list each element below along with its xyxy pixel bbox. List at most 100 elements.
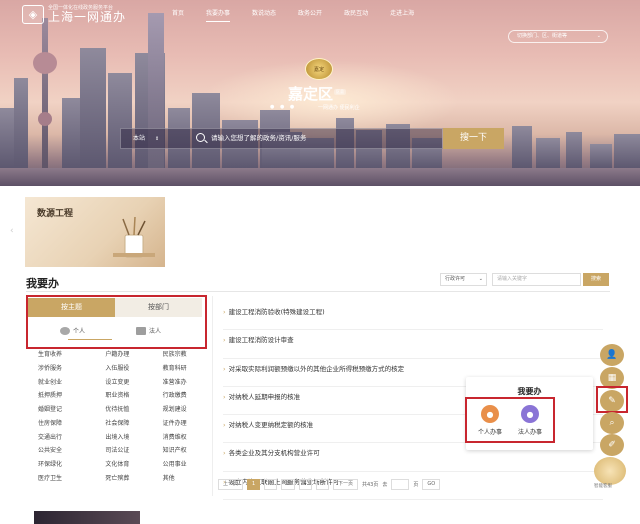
category-item[interactable]: 准营准办 xyxy=(145,378,198,388)
chevron-right-icon: › xyxy=(223,336,226,345)
bottom-banner-image[interactable] xyxy=(34,511,140,524)
service-item-label: 建设工程消防设计审查 xyxy=(228,336,294,345)
category-item[interactable]: 生育收养 xyxy=(38,350,91,360)
user-center-button[interactable]: 👤 xyxy=(600,344,624,366)
chevron-right-icon: › xyxy=(223,308,226,316)
category-item[interactable]: 环保绿化 xyxy=(38,460,91,470)
category-item[interactable]: 行政缴费 xyxy=(145,391,198,401)
page-4[interactable]: 4 xyxy=(298,479,312,490)
feedback-button[interactable]: ✐ xyxy=(600,434,624,456)
nav-services[interactable]: 我要办事 xyxy=(206,8,231,22)
category-item[interactable]: 入伍服役 xyxy=(91,364,144,374)
category-item[interactable]: 设立变更 xyxy=(91,378,144,388)
chevron-right-icon: › xyxy=(223,364,226,373)
category-item[interactable]: 死亡殡葬 xyxy=(91,474,144,484)
carousel-prev-icon[interactable]: ‹ xyxy=(10,226,14,236)
category-item[interactable]: 文化体育 xyxy=(91,460,144,470)
service-item-label: 对纳税人变更纳税定额的核准 xyxy=(228,421,314,430)
search-button[interactable]: 搜一下 xyxy=(443,128,504,149)
next-page-button[interactable]: 下一页 xyxy=(332,479,358,490)
keyword-input[interactable]: 请输入关键字 xyxy=(492,273,581,286)
filter-select[interactable]: 行政许可 ⌄ xyxy=(440,273,487,286)
category-item[interactable]: 就业创业 xyxy=(38,378,91,388)
logo-subtitle: 全国一体化在线政务服务平台 xyxy=(48,5,114,11)
service-item[interactable]: › 建设工程消防设计审查 xyxy=(223,330,603,359)
category-item[interactable]: 司法公证 xyxy=(91,446,144,456)
page-1[interactable]: 1 xyxy=(247,479,261,490)
highlight-box-tabs xyxy=(26,295,207,349)
category-item[interactable]: 出境入境 xyxy=(91,433,144,443)
highlight-box-handle xyxy=(596,386,628,413)
pagination: 上一页 1 2 3 4 5 下一页 共43页 去 页 GO xyxy=(218,479,444,490)
category-item[interactable]: 住房保障 xyxy=(38,419,91,429)
chevron-down-icon: ⌄ xyxy=(478,276,483,282)
nav-data-news[interactable]: 数说动态 xyxy=(252,8,276,22)
prev-page-button[interactable]: 上一页 xyxy=(218,479,244,490)
page-number-input[interactable] xyxy=(391,479,410,490)
category-item[interactable]: 证件办理 xyxy=(145,419,198,429)
category-grid: 生育收养 户籍办理 民族宗教涉侨服务 入伍服役 教育科研就业创业 设立变更 准营准办抵押质押… xyxy=(38,350,198,484)
search-scope-select[interactable]: 本站 ⇕ xyxy=(133,129,159,149)
category-item[interactable]: 规划建设 xyxy=(145,405,198,415)
category-item[interactable]: 抵押质押 xyxy=(38,391,91,401)
nav-home[interactable]: 首页 xyxy=(172,8,184,22)
goto-prefix: 去 xyxy=(382,482,388,488)
district-emblem: 嘉定 xyxy=(305,58,333,80)
featured-banner[interactable]: 数源工程 xyxy=(25,197,165,267)
nav-about-shanghai[interactable]: 走进上海 xyxy=(390,8,414,22)
service-item[interactable]: › 建设工程消防验收(特殊建设工程) xyxy=(223,302,603,331)
total-pages: 共43页 xyxy=(361,482,379,488)
goto-suffix: 页 xyxy=(413,482,419,488)
nav-gov-open[interactable]: 政务公开 xyxy=(298,8,322,22)
divider-dots: ● ● ● xyxy=(270,104,297,110)
highlight-box-popup xyxy=(465,397,555,443)
page-2[interactable]: 2 xyxy=(264,479,278,490)
category-item[interactable]: 民族宗教 xyxy=(145,350,198,360)
banner-title: 数源工程 xyxy=(37,209,74,219)
chevron-right-icon: › xyxy=(223,449,226,458)
page-5[interactable]: 5 xyxy=(315,479,329,490)
go-button[interactable]: GO xyxy=(422,479,441,490)
pen-holder-illustration xyxy=(113,217,155,258)
service-item-label: 对纳税人延期申报的核准 xyxy=(228,392,301,401)
region-selector[interactable]: 切换部门、区、街道等 ⌄ xyxy=(508,30,608,43)
district-tag: 区县 xyxy=(334,89,346,95)
category-item[interactable]: 交通出行 xyxy=(38,433,91,443)
column-divider xyxy=(212,296,213,496)
service-item-label: 对采取实际利润额预缴以外的其他企业所得税预缴方式的核定 xyxy=(228,364,405,373)
category-item[interactable]: 婚姻登记 xyxy=(38,405,91,415)
user-icon: 👤 xyxy=(606,350,618,360)
feedback-icon: ✐ xyxy=(608,440,616,450)
chevron-down-icon: ⌄ xyxy=(596,33,601,39)
nav-interaction[interactable]: 政民互动 xyxy=(344,8,368,22)
category-item[interactable]: 户籍办理 xyxy=(91,350,144,360)
side-search-button[interactable]: ⌕ xyxy=(600,412,624,434)
emblem-icon: ◈ xyxy=(22,5,44,24)
category-item[interactable]: 公共安全 xyxy=(38,446,91,456)
search-input[interactable]: 请输入您想了解的政务/资讯/服务 xyxy=(211,129,306,148)
category-item[interactable]: 优待抚恤 xyxy=(91,405,144,415)
keyword-search-button[interactable]: 搜索 xyxy=(583,273,609,286)
category-item[interactable]: 医疗卫生 xyxy=(38,474,91,484)
river xyxy=(0,168,640,186)
region-selector-label: 切换部门、区、街道等 xyxy=(517,33,568,39)
district-slogan: 一网通办 便民利企 xyxy=(318,105,360,111)
category-item[interactable]: 教育科研 xyxy=(145,364,198,374)
calendar-icon: ▦ xyxy=(607,373,617,383)
top-nav: 首页 我要办事 数说动态 政务公开 政民互动 走进上海 xyxy=(172,8,436,22)
category-item[interactable]: 公用事业 xyxy=(145,460,198,470)
logo-title: 上海一网通办 xyxy=(48,10,127,24)
category-item[interactable]: 职业资格 xyxy=(91,391,144,401)
category-item[interactable]: 社会保障 xyxy=(91,419,144,429)
assistant-label: 智能客服 xyxy=(594,484,612,489)
site-logo[interactable]: ◈ 全国一体化在线政务服务平台 上海一网通办 xyxy=(22,5,126,24)
section-divider xyxy=(26,291,610,292)
category-item[interactable]: 知识产权 xyxy=(145,446,198,456)
page-3[interactable]: 3 xyxy=(281,479,295,490)
district-name: 嘉定区 xyxy=(288,85,334,103)
section-title: 我要办 xyxy=(26,277,59,290)
category-item[interactable]: 其他 xyxy=(145,474,198,484)
category-item[interactable]: 涉侨服务 xyxy=(38,364,91,374)
category-item[interactable]: 消费维权 xyxy=(145,433,198,443)
assistant-robot-icon[interactable] xyxy=(594,457,626,485)
